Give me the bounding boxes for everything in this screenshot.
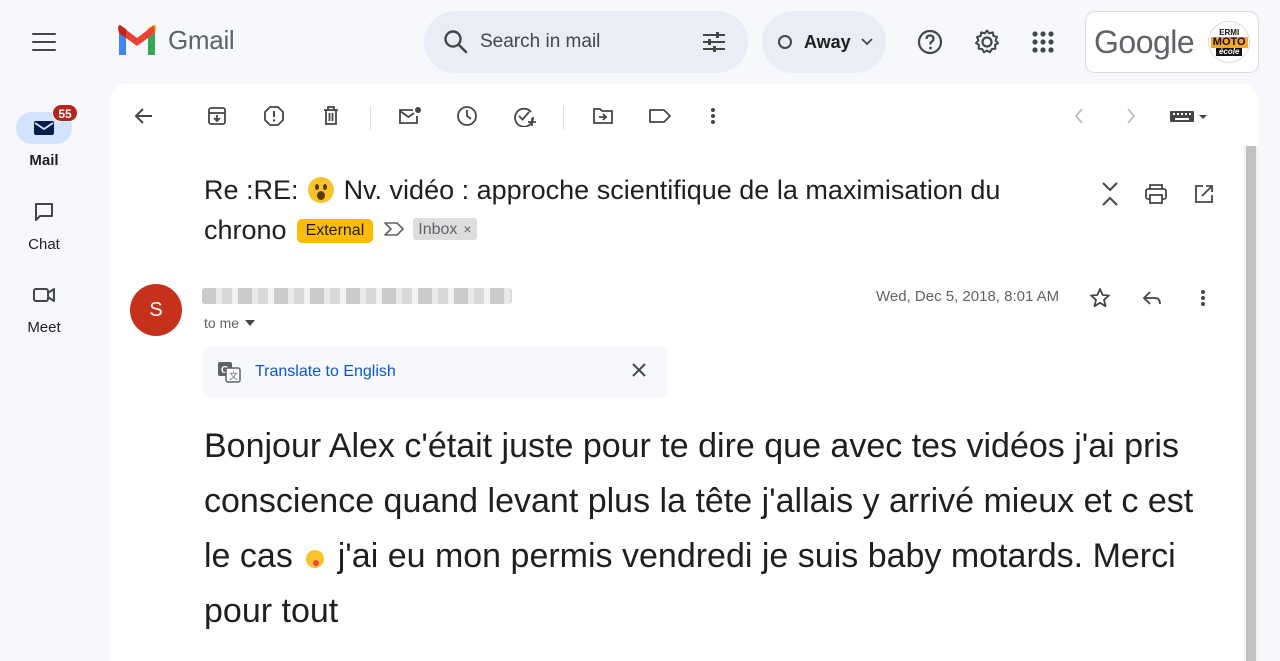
search-input[interactable] <box>480 27 680 57</box>
account-avatar: ERMI MOTO école <box>1208 21 1251 63</box>
status-selector[interactable]: Away <box>762 11 886 73</box>
gmail-logo[interactable]: Gmail <box>116 24 235 56</box>
main-menu-icon[interactable] <box>24 24 64 60</box>
mail-icon <box>34 121 54 135</box>
astonished-face-emoji <box>308 177 335 203</box>
unread-count-badge: 55 <box>52 104 78 122</box>
mark-unread-icon[interactable] <box>392 102 428 130</box>
external-tag: External <box>296 219 374 243</box>
report-spam-icon[interactable] <box>256 102 292 130</box>
email-subject: Re :RE: Nv. vidéo : approche scientifiqu… <box>204 170 1064 250</box>
recipient-details[interactable]: to me <box>204 315 256 331</box>
translate-icon: G 文 <box>218 362 241 383</box>
delete-icon[interactable] <box>313 102 349 130</box>
rail-item-chat[interactable]: Chat <box>0 196 88 253</box>
status-indicator <box>778 35 792 49</box>
close-icon[interactable] <box>629 360 649 380</box>
toolbar-divider <box>370 106 371 130</box>
scrollbar-thumb[interactable] <box>1246 146 1256 661</box>
move-to-icon[interactable] <box>585 102 621 130</box>
message-date: Wed, Dec 5, 2018, 8:01 AM <box>876 288 1060 305</box>
message-body: Bonjour Alex c'était juste pour te dire … <box>204 419 1224 639</box>
account-switcher[interactable]: Google ERMI MOTO école <box>1085 11 1259 73</box>
chat-pill <box>16 196 72 228</box>
rail-item-mail[interactable]: 55 Mail <box>0 104 88 169</box>
label-icon[interactable] <box>642 102 678 130</box>
face-savoring-food-emoji <box>306 550 325 568</box>
star-icon[interactable] <box>1086 284 1114 312</box>
apps-grid-icon[interactable] <box>1029 26 1057 58</box>
body-text-part2: j'ai eu mon permis vendredi je suis baby… <box>204 537 1176 630</box>
message-more-vert-icon[interactable] <box>1189 284 1217 312</box>
rail-label-meet: Meet <box>27 319 61 336</box>
sender-name-redacted[interactable] <box>202 288 512 304</box>
inbox-label: Inbox × <box>413 218 477 240</box>
app-name: Gmail <box>168 24 235 55</box>
search-icon[interactable] <box>442 28 470 56</box>
message-view: Re :RE: Nv. vidéo : approche scientifiqu… <box>110 84 1258 661</box>
video-icon <box>33 288 55 302</box>
add-to-tasks-icon[interactable] <box>507 102 543 130</box>
rail-label-mail: Mail <box>29 152 59 169</box>
reply-icon[interactable] <box>1138 284 1166 312</box>
more-vert-icon[interactable] <box>695 102 731 130</box>
mail-pill: 55 <box>16 104 78 144</box>
caret-down-icon <box>245 320 256 326</box>
input-tools-keyboard-icon[interactable] <box>1164 102 1214 130</box>
recipient-text: to me <box>204 315 240 331</box>
chevron-down-icon <box>861 38 873 46</box>
back-arrow-icon[interactable] <box>126 102 162 130</box>
rail-item-meet[interactable]: Meet <box>0 279 88 336</box>
open-in-new-window-icon[interactable] <box>1190 180 1218 208</box>
translate-to-english-link[interactable]: Translate to English <box>255 363 396 381</box>
search-options-icon[interactable] <box>700 28 728 56</box>
newer-chevron-left-icon[interactable] <box>1061 102 1097 130</box>
collapse-all-icon[interactable] <box>1096 180 1124 208</box>
meet-pill <box>16 279 72 311</box>
gmail-m-icon <box>118 25 156 55</box>
rail-label-chat: Chat <box>28 236 60 253</box>
settings-gear-icon[interactable] <box>973 26 1001 58</box>
importance-marker-icon[interactable] <box>383 221 405 237</box>
svg-text:文: 文 <box>229 370 238 381</box>
toolbar-divider <box>563 106 564 130</box>
older-chevron-right-icon[interactable] <box>1113 102 1149 130</box>
translate-banner: G 文 Translate to English <box>203 346 667 398</box>
print-icon[interactable] <box>1142 180 1170 208</box>
remove-label-close-icon[interactable]: × <box>463 221 471 237</box>
search-bar[interactable] <box>424 11 748 73</box>
help-icon[interactable] <box>916 26 944 58</box>
chat-icon <box>35 203 53 221</box>
status-label: Away <box>804 31 851 52</box>
subject-prefix: Re :RE: <box>204 175 299 205</box>
left-rail: 55 Mail Chat Meet <box>0 0 88 661</box>
sender-avatar[interactable]: S <box>130 284 182 336</box>
inbox-label-text: Inbox <box>418 221 458 238</box>
archive-icon[interactable] <box>199 102 235 130</box>
snooze-icon[interactable] <box>449 102 485 130</box>
google-logo: Google <box>1094 23 1195 60</box>
